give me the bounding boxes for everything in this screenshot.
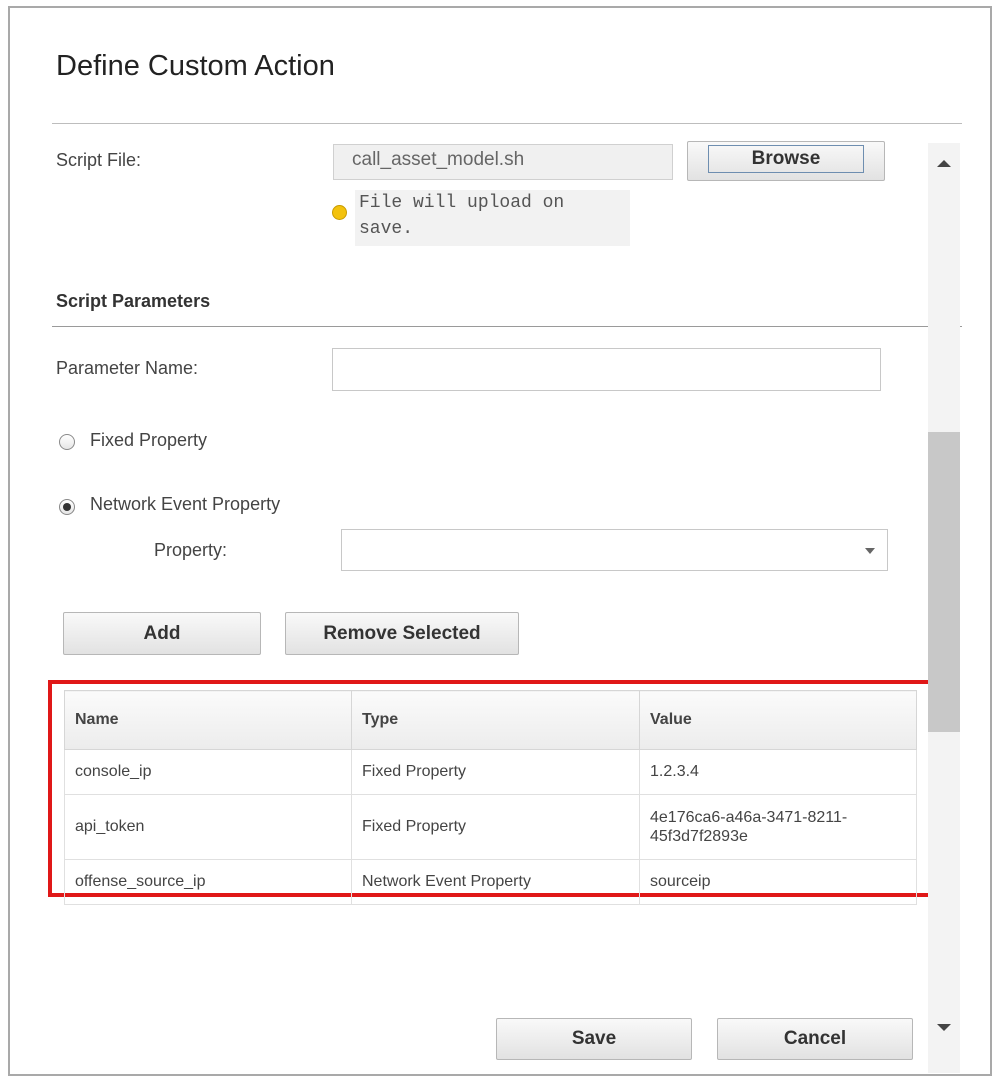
script-file-field: call_asset_model.sh xyxy=(333,144,673,180)
parameter-name-input[interactable] xyxy=(332,348,881,391)
table-row[interactable]: api_token Fixed Property 4e176ca6-a46a-3… xyxy=(64,794,917,860)
property-select[interactable] xyxy=(341,529,888,571)
parameters-table: Name Type Value console_ip Fixed Propert… xyxy=(64,690,917,905)
chevron-down-icon xyxy=(865,548,875,554)
network-event-property-radio[interactable] xyxy=(59,499,75,515)
upload-note: File will upload on save. xyxy=(355,190,630,246)
cell-value-line1: 4e176ca6-a46a-3471-8211- xyxy=(650,809,848,826)
column-header-type[interactable]: Type xyxy=(351,690,640,750)
column-header-name[interactable]: Name xyxy=(64,690,352,750)
info-icon xyxy=(332,205,347,220)
upload-note-line2: save. xyxy=(359,219,414,239)
dialog-title: Define Custom Action xyxy=(56,50,335,82)
upload-note-line1: File will upload on xyxy=(359,193,565,213)
cell-value: 1.2.3.4 xyxy=(639,749,917,795)
save-button[interactable]: Save xyxy=(496,1018,692,1060)
cell-type: Network Event Property xyxy=(351,859,640,905)
network-event-property-label: Network Event Property xyxy=(90,494,281,514)
cell-value: 4e176ca6-a46a-3471-8211- 45f3d7f2893e xyxy=(639,794,917,860)
remove-selected-button[interactable]: Remove Selected xyxy=(285,612,519,655)
cell-name: offense_source_ip xyxy=(64,859,352,905)
fixed-property-label: Fixed Property xyxy=(90,430,208,450)
scroll-down-arrow-icon[interactable] xyxy=(937,1024,951,1031)
scroll-up-arrow-icon[interactable] xyxy=(937,160,951,167)
cell-value-line2: 45f3d7f2893e xyxy=(650,828,748,845)
script-file-label: Script File: xyxy=(56,150,142,170)
section-title-script-parameters: Script Parameters xyxy=(56,291,211,311)
parameter-name-label: Parameter Name: xyxy=(56,358,199,378)
scrollbar-thumb[interactable] xyxy=(928,432,960,732)
table-row[interactable]: console_ip Fixed Property 1.2.3.4 xyxy=(64,749,917,795)
cell-name: api_token xyxy=(64,794,352,860)
cancel-button[interactable]: Cancel xyxy=(717,1018,913,1060)
title-divider xyxy=(52,123,962,124)
cell-type: Fixed Property xyxy=(351,749,640,795)
add-button[interactable]: Add xyxy=(63,612,261,655)
section-divider xyxy=(52,326,962,327)
table-row[interactable]: offense_source_ip Network Event Property… xyxy=(64,859,917,905)
parameters-table-highlight: Name Type Value console_ip Fixed Propert… xyxy=(48,680,932,905)
cell-value: sourceip xyxy=(639,859,917,905)
fixed-property-radio[interactable] xyxy=(59,434,75,450)
cell-name: console_ip xyxy=(64,749,352,795)
browse-button[interactable] xyxy=(687,141,885,181)
property-label: Property: xyxy=(154,540,228,560)
column-header-value[interactable]: Value xyxy=(639,690,917,750)
table-header-row: Name Type Value xyxy=(64,690,917,750)
cell-type: Fixed Property xyxy=(351,794,640,860)
